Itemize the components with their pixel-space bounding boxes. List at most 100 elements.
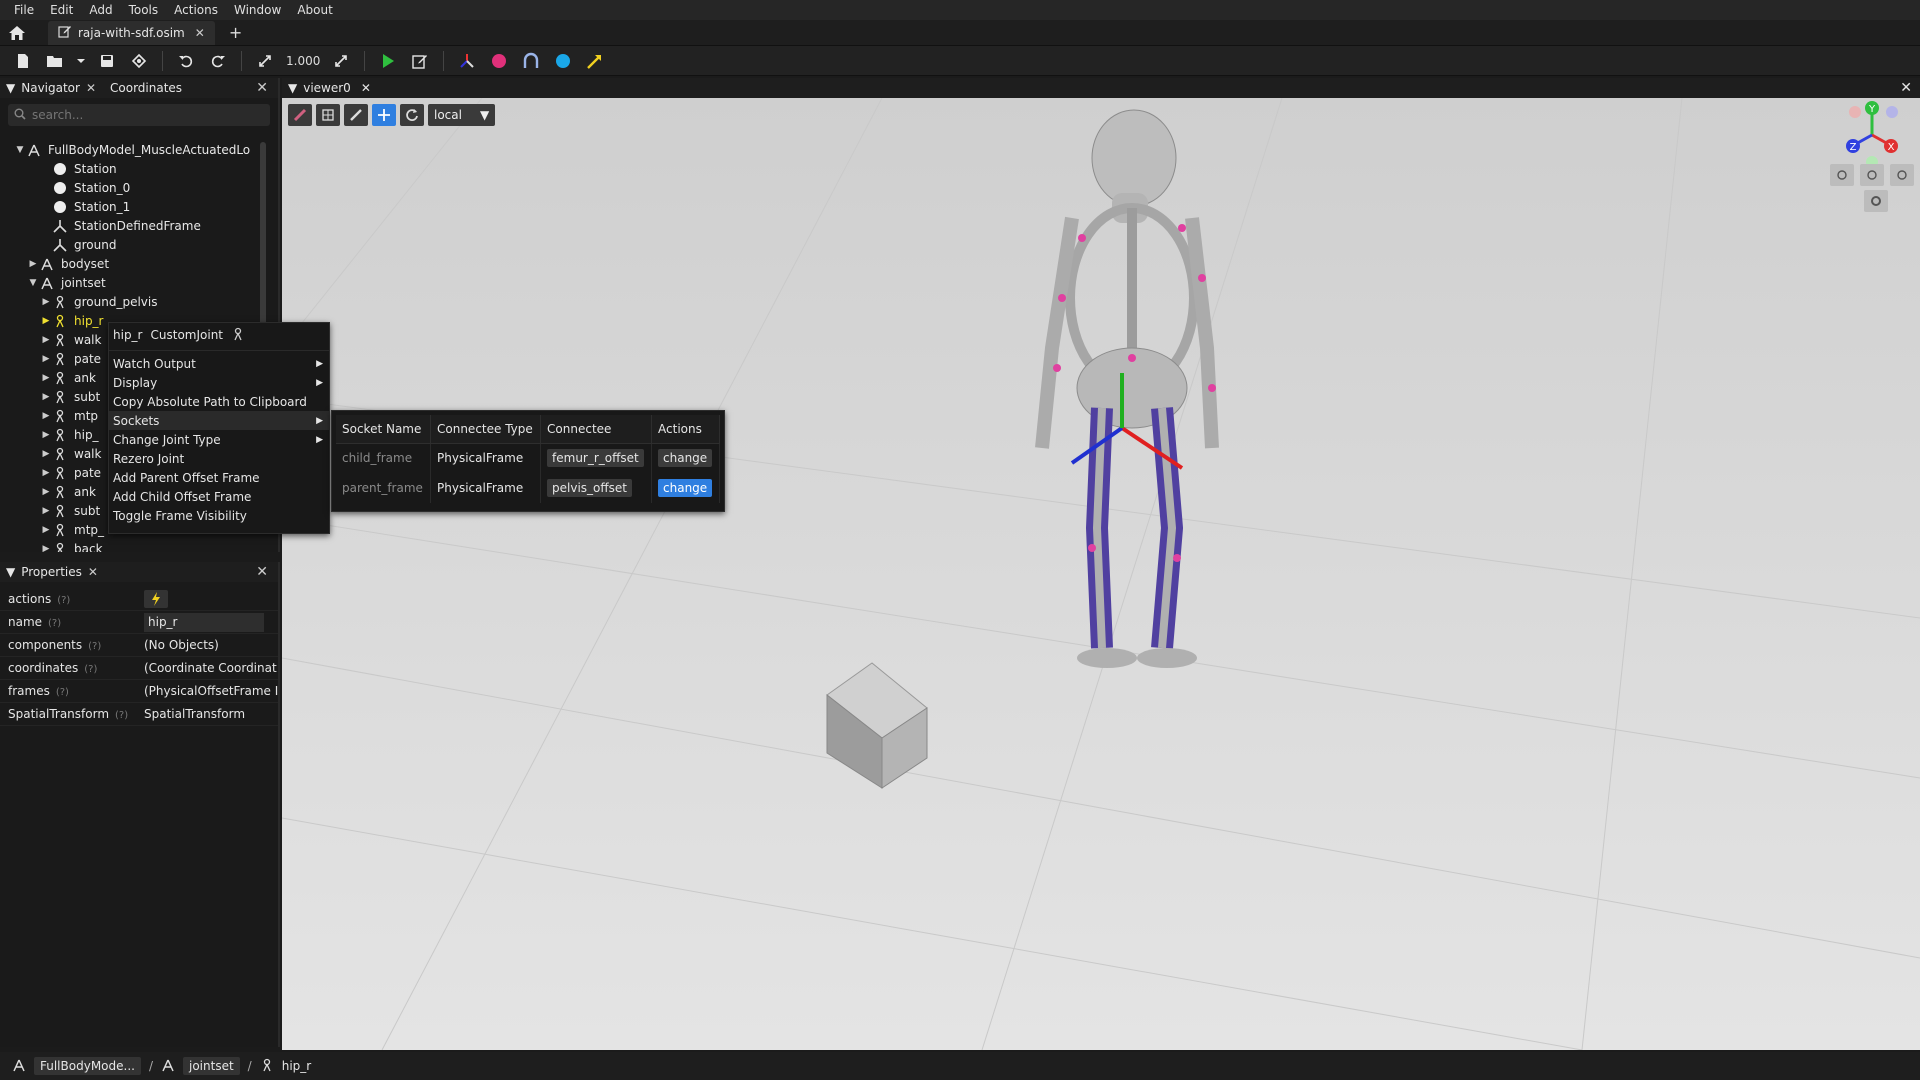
tree-item[interactable]: ▶ ground_pelvis (0, 292, 268, 311)
menu-item-toggle-frame-visibility[interactable]: Toggle Frame Visibility (109, 506, 329, 525)
collapsed-arrow-icon[interactable]: ▶ (40, 449, 52, 459)
tab-viewer[interactable]: viewer0 (303, 81, 351, 95)
help-icon[interactable]: (?) (88, 641, 101, 652)
muscle-style-button[interactable] (288, 104, 312, 126)
menu-item-display[interactable]: Display ▶ (109, 373, 329, 392)
reload-button[interactable] (124, 49, 154, 73)
undo-button[interactable] (171, 49, 201, 73)
add-joint-button[interactable] (516, 49, 546, 73)
collapse-icon[interactable]: ▼ (6, 565, 15, 579)
autoscale-button[interactable] (326, 49, 356, 73)
zoom-fit-icon[interactable] (1890, 164, 1914, 186)
tree-item[interactable]: ▼ FullBodyModel_MuscleActuatedLo (0, 140, 268, 159)
file-tab[interactable]: raja-with-sdf.osim ✕ (48, 20, 215, 45)
collapse-icon[interactable]: ▼ (6, 81, 15, 95)
collapsed-arrow-icon[interactable]: ▶ (40, 297, 52, 307)
close-properties-tab-icon[interactable]: ✕ (88, 565, 98, 579)
play-button[interactable] (373, 49, 403, 73)
collapsed-arrow-icon[interactable]: ▶ (40, 430, 52, 440)
close-navigator-tab-icon[interactable]: ✕ (86, 81, 96, 95)
collapsed-arrow-icon[interactable]: ▶ (40, 316, 52, 326)
frame-mode-select[interactable]: local ▼ (428, 104, 496, 126)
rotate-gizmo-button[interactable] (400, 104, 424, 126)
tab-properties[interactable]: Properties (21, 565, 82, 579)
open-recent-dropdown[interactable] (72, 49, 90, 73)
zoom-in-icon[interactable] (1860, 164, 1884, 186)
menu-about[interactable]: About (289, 0, 340, 20)
tree-item[interactable]: Station_0 (0, 178, 268, 197)
measure-button[interactable] (344, 104, 368, 126)
axis-gizmo[interactable]: Y X Z (1832, 100, 1912, 170)
close-panel-icon[interactable]: ✕ (256, 564, 268, 580)
add-body-button[interactable] (484, 49, 514, 73)
menu-item-rezero-joint[interactable]: Rezero Joint (109, 449, 329, 468)
menu-actions[interactable]: Actions (166, 0, 226, 20)
name-input[interactable] (144, 612, 264, 632)
menu-item-sockets[interactable]: Sockets ▶ (109, 411, 329, 430)
zoom-out-icon[interactable] (1830, 164, 1854, 186)
collapsed-arrow-icon[interactable]: ▶ (40, 411, 52, 421)
tree-item[interactable]: Station (0, 159, 268, 178)
visibility-options-button[interactable] (316, 104, 340, 126)
tree-scrollbar[interactable] (260, 142, 266, 342)
help-icon[interactable]: (?) (56, 687, 69, 698)
collapsed-arrow-icon[interactable]: ▶ (40, 506, 52, 516)
add-geometry-button[interactable] (548, 49, 578, 73)
tree-item[interactable]: ground (0, 235, 268, 254)
tree-item[interactable]: Station_1 (0, 197, 268, 216)
breadcrumb-item[interactable]: FullBodyMode... (34, 1057, 141, 1075)
menu-window[interactable]: Window (226, 0, 289, 20)
breadcrumb-item[interactable]: jointset (183, 1057, 240, 1075)
close-panel-icon[interactable]: ✕ (256, 80, 268, 96)
expanded-arrow-icon[interactable]: ▼ (27, 278, 39, 288)
add-tab-button[interactable]: + (229, 23, 242, 42)
collapsed-arrow-icon[interactable]: ▶ (40, 487, 52, 497)
menu-item-add-parent-offset-frame[interactable]: Add Parent Offset Frame (109, 468, 329, 487)
save-button[interactable] (92, 49, 122, 73)
tree-item[interactable]: ▶ back (0, 539, 268, 552)
collapsed-arrow-icon[interactable]: ▶ (40, 544, 52, 553)
close-tab-icon[interactable]: ✕ (195, 26, 205, 40)
collapsed-arrow-icon[interactable]: ▶ (40, 392, 52, 402)
collapsed-arrow-icon[interactable]: ▶ (40, 468, 52, 478)
menu-item-copy-absolute-path-to-clipboard[interactable]: Copy Absolute Path to Clipboard (109, 392, 329, 411)
open-file-button[interactable] (40, 49, 70, 73)
change-button[interactable]: change (658, 479, 713, 497)
expanded-arrow-icon[interactable]: ▼ (14, 145, 26, 155)
3d-viewport[interactable]: local ▼ Y X Z (282, 98, 1920, 1050)
collapse-icon[interactable]: ▼ (288, 81, 297, 95)
help-icon[interactable]: (?) (84, 664, 97, 675)
menu-file[interactable]: File (6, 0, 42, 20)
close-viewer-tab-icon[interactable]: ✕ (361, 81, 371, 95)
translate-gizmo-button[interactable] (372, 104, 396, 126)
change-button[interactable]: change (658, 449, 713, 468)
add-force-button[interactable] (580, 49, 610, 73)
menu-item-add-child-offset-frame[interactable]: Add Child Offset Frame (109, 487, 329, 506)
breadcrumb-item[interactable]: hip_r (282, 1059, 312, 1073)
connectee-value[interactable]: pelvis_offset (547, 479, 633, 497)
help-icon[interactable]: (?) (57, 595, 70, 606)
menu-edit[interactable]: Edit (42, 0, 81, 20)
zoom-value[interactable]: 1.000 (286, 54, 320, 68)
collapsed-arrow-icon[interactable]: ▶ (27, 259, 39, 269)
edit-button[interactable] (405, 49, 435, 73)
menu-item-watch-output[interactable]: Watch Output ▶ (109, 354, 329, 373)
collapsed-arrow-icon[interactable]: ▶ (40, 354, 52, 364)
tree-item[interactable]: StationDefinedFrame (0, 216, 268, 235)
menu-tools[interactable]: Tools (121, 0, 167, 20)
tree-item[interactable]: ▼ jointset (0, 273, 268, 292)
add-frame-button[interactable] (452, 49, 482, 73)
menu-add[interactable]: Add (81, 0, 120, 20)
new-file-button[interactable] (8, 49, 38, 73)
home-icon[interactable] (0, 20, 34, 46)
collapsed-arrow-icon[interactable]: ▶ (40, 525, 52, 535)
actions-lightning-button[interactable] (144, 589, 168, 608)
close-panel-icon[interactable]: ✕ (1900, 80, 1912, 96)
gear-icon[interactable] (1864, 190, 1888, 212)
collapsed-arrow-icon[interactable]: ▶ (40, 373, 52, 383)
tree-item[interactable]: ▶ bodyset (0, 254, 268, 273)
connectee-value[interactable]: femur_r_offset (547, 449, 644, 468)
tab-coordinates[interactable]: Coordinates (110, 81, 182, 95)
collapsed-arrow-icon[interactable]: ▶ (40, 335, 52, 345)
menu-item-change-joint-type[interactable]: Change Joint Type ▶ (109, 430, 329, 449)
